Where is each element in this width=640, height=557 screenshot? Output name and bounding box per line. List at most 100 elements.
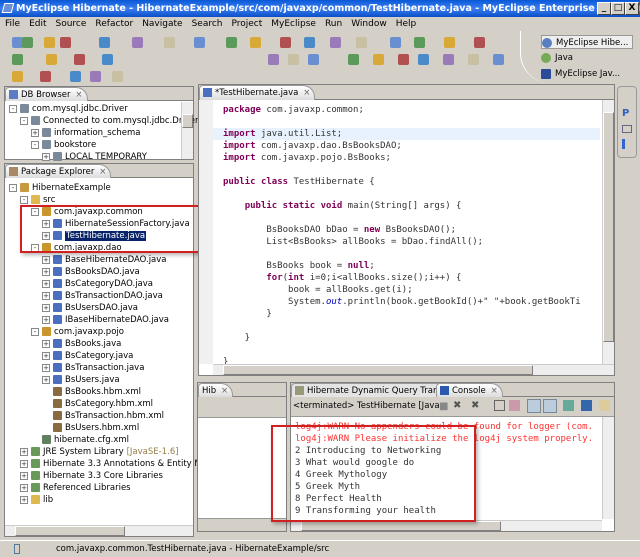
remove-launch-icon[interactable]: ✖ [453,400,461,411]
collapse-icon[interactable]: - [9,104,17,113]
show-on-stdout-icon[interactable] [527,399,541,413]
toolbar-button-icon[interactable] [46,54,57,65]
close-button[interactable]: X [625,2,639,15]
toolbar-button-icon[interactable] [99,37,110,48]
tab-db-browser[interactable]: DB Browser × [5,87,88,101]
toolbar-button-icon[interactable] [226,37,237,48]
close-tab-icon[interactable]: × [491,384,498,398]
toolbar-button-icon[interactable] [356,37,367,48]
toolbar-button-icon[interactable] [40,71,51,82]
tree-item[interactable]: + IBaseHibernateDAO.java [42,314,169,326]
expand-icon[interactable]: + [42,279,50,288]
tree-item[interactable]: + information_schema [31,127,141,139]
menu-refactor[interactable]: Refactor [95,17,133,31]
toolbar-button-icon[interactable] [250,37,261,48]
menu-project[interactable]: Project [231,17,262,31]
toolbar-button-icon[interactable] [60,37,71,48]
tree-item[interactable]: BsCategory.hbm.xml [42,398,153,410]
expand-icon[interactable]: + [42,315,50,324]
expand-icon[interactable]: + [20,483,28,492]
toolbar-button-icon[interactable] [418,54,429,65]
close-tab-icon[interactable]: × [75,88,82,102]
toolbar-button-icon[interactable] [493,54,504,65]
menu-file[interactable]: File [5,17,20,31]
tree-item[interactable]: + BaseHibernateDAO.java [42,254,167,266]
toolbar-button-icon[interactable] [70,71,81,82]
toolbar-button-icon[interactable] [112,71,123,82]
clear-console-icon[interactable] [494,400,505,411]
close-tab-icon[interactable]: × [221,384,228,398]
collapse-icon[interactable]: - [20,116,28,125]
tree-item[interactable]: + BsUsersDAO.java [42,302,138,314]
tree-item[interactable]: + Hibernate 3.3 Annotations & Entity Mana… [20,458,223,470]
console-vscroll[interactable] [602,417,614,519]
tab-hib[interactable]: Hib × [198,383,234,398]
toolbar-button-icon[interactable] [102,54,113,65]
menu-help[interactable]: Help [396,17,417,31]
toolbar-button-icon[interactable] [268,54,279,65]
show-on-stderr-icon[interactable] [543,399,557,413]
menu-search[interactable]: Search [192,17,223,31]
minimize-button[interactable]: _ [597,2,611,15]
perspective-myeclipse-hibernate[interactable]: MyEclipse Hibe... [541,35,634,49]
toolbar-button-icon[interactable] [373,54,384,65]
remove-all-icon[interactable]: ✖ [471,400,479,411]
tab-console[interactable]: Console × [436,383,503,397]
tree-item[interactable]: + Hibernate 3.3 Core Libraries [20,470,163,482]
task-list-icon[interactable] [622,125,632,133]
menu-edit[interactable]: Edit [29,17,46,31]
expand-icon[interactable]: + [42,351,50,360]
expand-icon[interactable]: + [20,447,28,456]
tree-item[interactable]: + LOCAL TEMPORARY [42,151,147,163]
tree-item[interactable]: + JRE System Library [JavaSE-1.6] [20,446,179,458]
tree-item[interactable]: + Referenced Libraries [20,482,131,494]
toolbar-button-icon[interactable] [22,37,33,48]
display-console-icon[interactable] [581,400,592,411]
expand-icon[interactable]: + [31,128,39,137]
menu-window[interactable]: Window [351,17,387,31]
scroll-lock-icon[interactable] [509,400,520,411]
outline-icon[interactable]: P [622,109,632,119]
expand-icon[interactable]: + [42,255,50,264]
terminate-icon[interactable]: ■ [439,401,448,412]
tree-item[interactable]: + lib [20,494,53,506]
menu-myeclipse[interactable]: MyEclipse [271,17,316,31]
close-tab-icon[interactable]: × [303,86,310,100]
toolbar-button-icon[interactable] [443,54,454,65]
toolbar-button-icon[interactable] [390,37,401,48]
collapse-icon[interactable]: - [31,327,39,336]
toolbar-button-icon[interactable] [132,37,143,48]
tree-item[interactable]: - Connected to com.mysql.jdbc.Driver [20,115,198,127]
pin-console-icon[interactable] [563,400,574,411]
package-explorer-hscroll[interactable] [5,525,193,536]
tree-item[interactable]: + BsCategoryDAO.java [42,278,153,290]
expand-icon[interactable]: + [42,267,50,276]
toolbar-button-icon[interactable] [414,37,425,48]
expand-icon[interactable]: + [42,375,50,384]
tree-item[interactable]: + BsCategory.java [42,350,133,362]
expand-icon[interactable]: + [20,459,28,468]
toolbar-button-icon[interactable] [280,37,291,48]
toolbar-button-icon[interactable] [194,37,205,48]
collapse-icon[interactable]: - [9,183,17,192]
tab-testhibernate-java[interactable]: *TestHibernate.java × [199,85,316,100]
open-console-icon[interactable] [599,400,610,411]
perspective-java[interactable]: Java [541,51,573,65]
db-browser-scrollbar[interactable] [181,102,193,159]
tree-item[interactable]: + BsBooksDAO.java [42,266,140,278]
tree-item[interactable]: BsTransaction.hbm.xml [42,410,164,422]
collapse-icon[interactable]: - [20,195,28,204]
tree-item[interactable]: - com.mysql.jdbc.Driver [9,103,128,115]
code-area[interactable]: package com.javaxp.common; import java.ut… [199,104,600,367]
toolbar-button-icon[interactable] [304,37,315,48]
toolbar-button-icon[interactable] [444,37,455,48]
editor-vscroll[interactable] [602,100,614,364]
toolbar-button-icon[interactable] [12,54,23,65]
tree-item[interactable]: + BsUsers.java [42,374,120,386]
toolbar-button-icon[interactable] [468,54,479,65]
tree-item[interactable]: + BsBooks.java [42,338,121,350]
tree-item[interactable]: - bookstore [31,139,96,151]
toolbar-button-icon[interactable] [12,71,23,82]
expand-icon[interactable]: + [42,303,50,312]
expand-icon[interactable]: + [20,471,28,480]
